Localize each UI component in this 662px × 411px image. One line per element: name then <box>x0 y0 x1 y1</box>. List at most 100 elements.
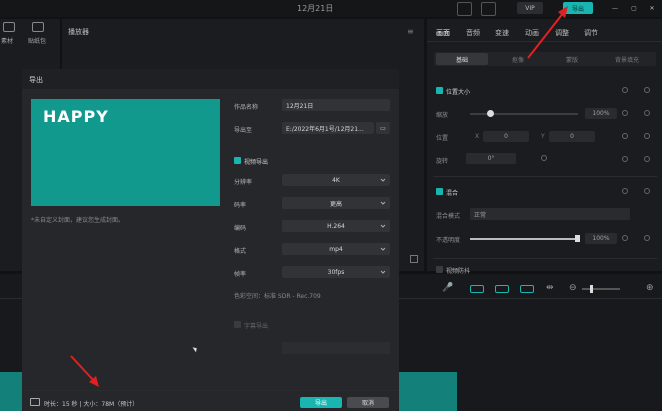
mix-reset-icon[interactable] <box>622 188 628 194</box>
cover-note: *未自定义封面，建议您生成封面。 <box>31 217 125 224</box>
scale-value[interactable]: 100% <box>585 108 617 119</box>
name-input[interactable]: 12月21日 <box>282 99 390 111</box>
tab-speed[interactable]: 变速 <box>495 28 509 38</box>
position-size-checkbox[interactable] <box>436 87 443 94</box>
video-clip-left[interactable] <box>0 372 22 411</box>
bitrate-label: 码率 <box>234 202 247 209</box>
opacity-reset-icon[interactable] <box>644 235 650 241</box>
layout-icon[interactable] <box>457 2 472 16</box>
name-label: 作品名称 <box>234 104 259 111</box>
mix-mode-select[interactable]: 正常 <box>470 208 630 220</box>
tab-tune[interactable]: 调节 <box>584 28 598 38</box>
subtitle-export-label: 字幕导出 <box>244 323 269 330</box>
codec-select[interactable]: H.264 <box>282 220 390 232</box>
material-label: 素材 <box>1 38 14 45</box>
minimize-icon[interactable]: — <box>610 2 620 14</box>
format-select[interactable]: mp4 <box>282 243 390 255</box>
x-axis-label: X <box>475 133 480 140</box>
snap-icon[interactable] <box>520 285 534 293</box>
tab-picture[interactable]: 画面 <box>436 28 450 38</box>
opacity-slider-handle[interactable] <box>575 235 580 242</box>
keyframe-icon[interactable] <box>622 87 628 93</box>
opacity-value[interactable]: 100% <box>585 233 617 244</box>
cancel-button[interactable]: 取消 <box>347 397 389 408</box>
section-divider-2 <box>433 258 657 259</box>
zoom-slider-handle[interactable] <box>590 285 593 293</box>
player-title: 播放器 <box>68 28 89 36</box>
tab-audio[interactable]: 音频 <box>466 28 480 38</box>
project-title: 12月21日 <box>297 4 334 13</box>
fps-select[interactable]: 30fps <box>282 266 390 278</box>
rotate-reset-icon[interactable] <box>644 156 650 162</box>
menu-icon[interactable]: ≡ <box>407 27 414 36</box>
folder-icon[interactable]: ▭ <box>376 122 390 134</box>
settings-icon[interactable] <box>481 2 496 16</box>
scale-keyframe-icon[interactable] <box>622 110 628 116</box>
fps-value: 30fps <box>327 268 345 276</box>
scale-label: 缩放 <box>436 112 449 119</box>
bitrate-value: 更高 <box>329 200 342 208</box>
resolution-select[interactable]: 4K <box>282 174 390 186</box>
sticker-label: 贴纸包 <box>28 38 47 45</box>
zoom-slider[interactable] <box>582 288 620 290</box>
export-confirm-button[interactable]: 导出 <box>300 397 342 408</box>
rotate-keyframe-icon[interactable] <box>622 156 628 162</box>
footer-info: 时长：15 秒 | 大小：78M（预计） <box>44 401 139 408</box>
section-divider <box>433 176 657 177</box>
chevron-down-icon <box>380 247 386 251</box>
chevron-down-icon <box>380 201 386 205</box>
stabilize-checkbox[interactable] <box>436 266 443 273</box>
video-clip-right[interactable] <box>399 372 457 411</box>
video-export-checkbox[interactable] <box>234 157 241 164</box>
bitrate-select[interactable]: 更高 <box>282 197 390 209</box>
zoom-in-icon[interactable]: ⊕ <box>646 283 654 293</box>
opacity-keyframe-icon[interactable] <box>622 235 628 241</box>
fps-label: 帧率 <box>234 271 247 278</box>
mix-mode-label: 混合模式 <box>436 213 461 220</box>
split-icon[interactable]: ⇹ <box>546 283 554 293</box>
video-export-label: 视频导出 <box>244 159 269 166</box>
close-icon[interactable]: ✕ <box>647 2 657 14</box>
fullscreen-icon[interactable] <box>410 255 418 263</box>
subtitle-export-checkbox[interactable] <box>234 321 241 328</box>
mix-label: 混合 <box>446 190 459 197</box>
film-icon <box>30 398 40 406</box>
rotate-dial-icon[interactable] <box>541 155 547 161</box>
zoom-out-icon[interactable]: ⊖ <box>569 283 577 293</box>
resolution-value: 4K <box>332 176 340 184</box>
reset-icon[interactable] <box>644 87 650 93</box>
opacity-slider[interactable] <box>470 238 578 240</box>
chevron-down-icon <box>380 224 386 228</box>
x-input[interactable]: 0 <box>483 131 529 142</box>
magnet-icon[interactable] <box>495 285 509 293</box>
cover-preview[interactable]: HAPPY <box>31 99 220 206</box>
path-input[interactable]: E:/2022年6月1号/12月21... <box>282 122 374 134</box>
link-icon[interactable] <box>470 285 484 293</box>
sticker-icon[interactable] <box>32 22 44 32</box>
subtab-basic[interactable]: 基础 <box>436 53 488 65</box>
scale-reset-icon[interactable] <box>644 110 650 116</box>
preview-happy-text: HAPPY <box>43 107 109 126</box>
scale-slider-handle[interactable] <box>487 110 494 117</box>
mix-checkbox[interactable] <box>436 188 443 195</box>
opacity-label: 不透明度 <box>436 237 461 244</box>
color-space-label: 色彩空间：标准 SDR - Rec.709 <box>234 293 321 300</box>
subtab-background[interactable]: 背景填充 <box>600 53 654 65</box>
material-icon[interactable] <box>3 22 15 32</box>
arrow-annotation-top <box>527 6 568 59</box>
position-keyframe-icon[interactable] <box>622 133 628 139</box>
chevron-down-icon <box>380 270 386 274</box>
codec-label: 编码 <box>234 225 247 232</box>
dialog-title: 导出 <box>29 76 43 84</box>
microphone-icon[interactable]: 🎤 <box>442 283 453 293</box>
path-label: 导出至 <box>234 127 253 134</box>
maximize-icon[interactable]: ▢ <box>629 2 639 14</box>
position-reset-icon[interactable] <box>644 133 650 139</box>
arrow-annotation-bottom <box>70 355 99 387</box>
mix-keyframe-icon[interactable] <box>644 188 650 194</box>
position-label: 位置 <box>436 135 449 142</box>
rotate-input[interactable]: 0° <box>466 153 516 164</box>
y-input[interactable]: 0 <box>549 131 595 142</box>
resolution-label: 分辨率 <box>234 179 253 186</box>
format-label: 格式 <box>234 248 247 255</box>
